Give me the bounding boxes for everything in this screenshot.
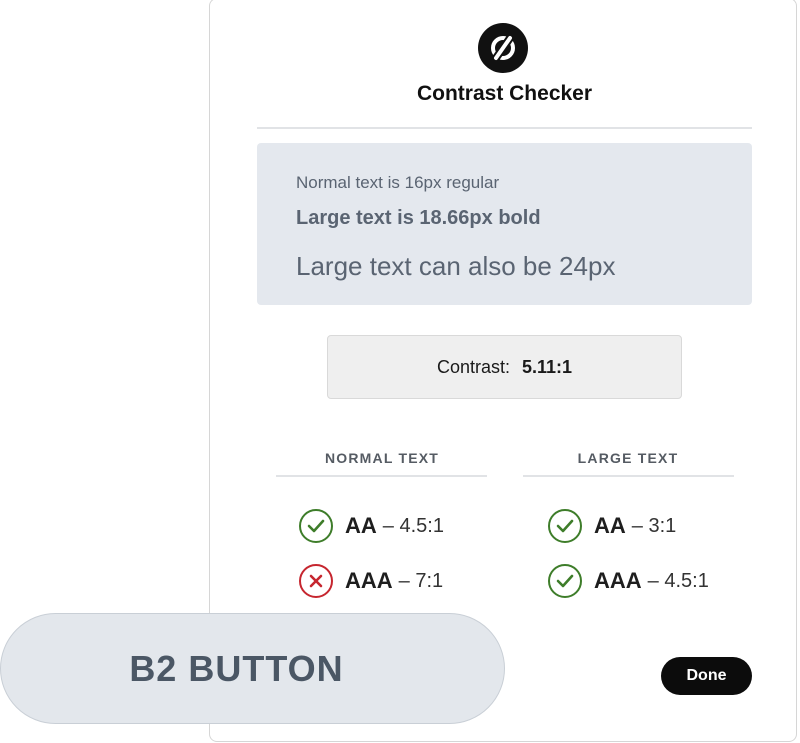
normal-text-divider bbox=[276, 475, 487, 477]
preview-normal-text: Normal text is 16px regular bbox=[296, 173, 500, 192]
large-aaa-result: AAA – 4.5:1 bbox=[548, 561, 709, 601]
large-text-divider bbox=[523, 475, 734, 477]
result-level: AA bbox=[594, 513, 626, 538]
title-divider bbox=[257, 127, 752, 129]
result-ratio: – 4.5:1 bbox=[382, 514, 444, 537]
result-level: AAA bbox=[594, 568, 642, 593]
large-text-heading: LARGE TEXT bbox=[577, 450, 679, 466]
check-icon bbox=[548, 564, 582, 598]
contrast-label: Contrast: bbox=[436, 356, 510, 377]
result-ratio: – 3:1 bbox=[631, 514, 677, 537]
result-ratio: – 4.5:1 bbox=[647, 569, 709, 592]
x-icon bbox=[299, 564, 333, 598]
normal-aa-result: AA – 4.5:1 bbox=[299, 506, 444, 546]
check-icon bbox=[548, 509, 582, 543]
result-level: AA bbox=[345, 513, 377, 538]
contrast-logo-icon bbox=[478, 23, 528, 73]
result-ratio: – 7:1 bbox=[398, 569, 444, 592]
done-button[interactable]: Done bbox=[661, 657, 752, 695]
contrast-value: 5.11:1 bbox=[521, 356, 573, 377]
normal-aaa-result: AAA – 7:1 bbox=[299, 561, 443, 601]
preview-large-text: Large text can also be 24px bbox=[296, 251, 616, 281]
b2-button-label: B2 BUTTON bbox=[129, 647, 344, 689]
b2-button-callout[interactable]: B2 BUTTON bbox=[0, 613, 505, 724]
normal-text-heading: NORMAL TEXT bbox=[324, 450, 440, 466]
large-aa-result: AA – 3:1 bbox=[548, 506, 676, 546]
contrast-ratio-display: Contrast: 5.11:1 bbox=[327, 335, 682, 399]
check-icon bbox=[299, 509, 333, 543]
result-level: AAA bbox=[345, 568, 393, 593]
dialog-title: Contrast Checker bbox=[416, 82, 593, 105]
preview-large-bold-text: Large text is 18.66px bold bbox=[296, 207, 541, 229]
